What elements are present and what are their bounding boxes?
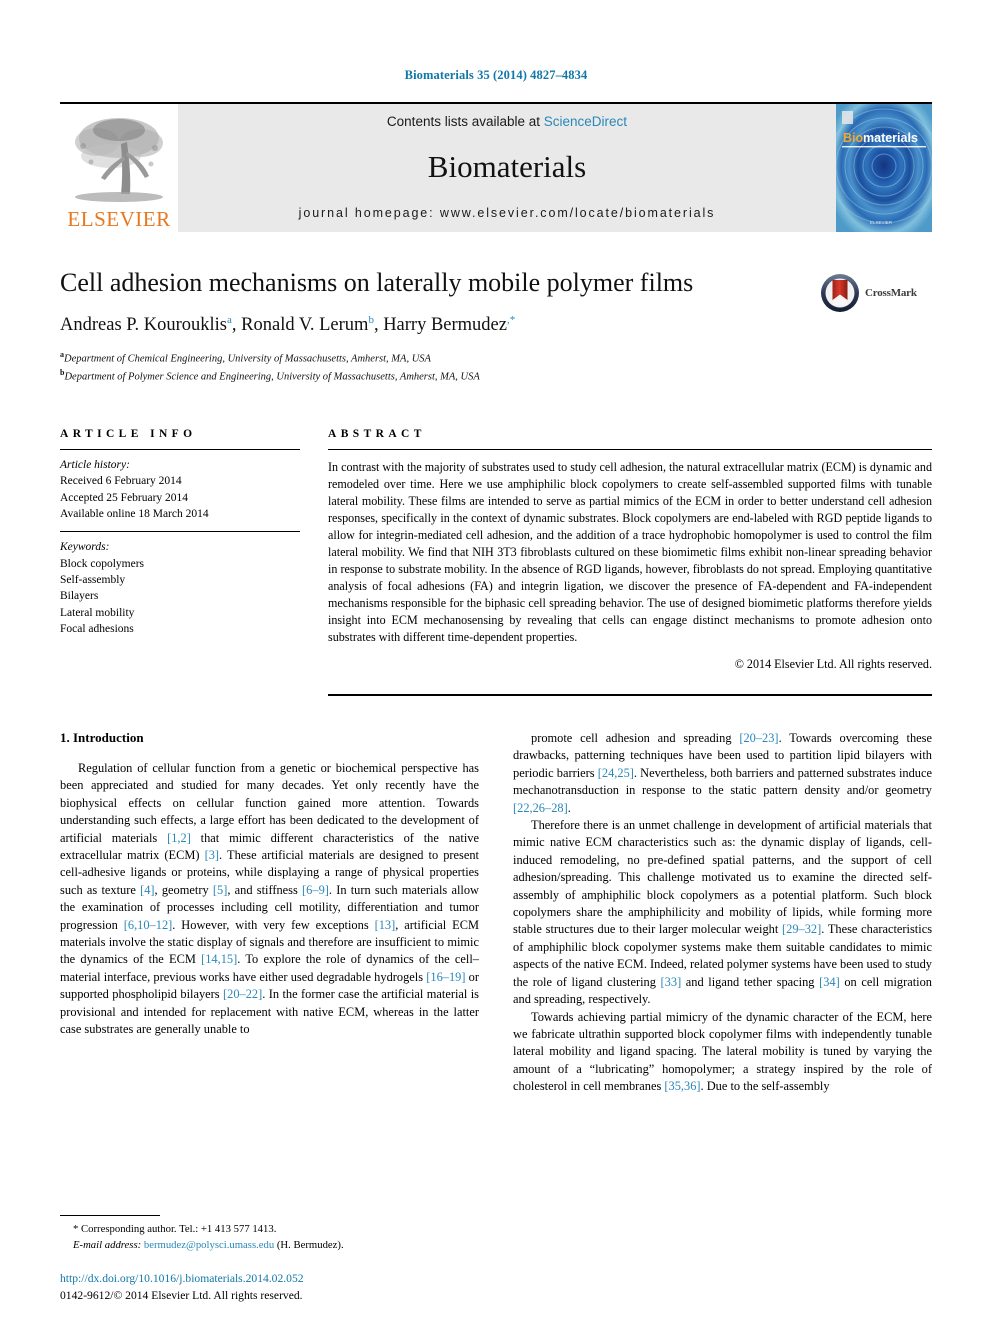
author-name-1: Andreas P. Kourouklis xyxy=(60,315,228,336)
author-sep-1: , xyxy=(231,315,242,336)
history-item-2: Available online 18 March 2014 xyxy=(60,507,209,520)
journal-homepage-line[interactable]: journal homepage: www.elsevier.com/locat… xyxy=(299,206,716,220)
citation-ref[interactable]: [33] xyxy=(661,975,682,989)
journal-cover-thumbnail: Bio materials ELSEVIER xyxy=(836,104,932,232)
svg-text:materials: materials xyxy=(863,131,918,145)
history-item-0: Received 6 February 2014 xyxy=(60,475,182,488)
keyword-2: Bilayers xyxy=(60,590,99,603)
citation-ref[interactable]: [24,25] xyxy=(598,766,634,780)
journal-cover-image: Bio materials ELSEVIER xyxy=(836,104,932,232)
info-abstract-region: ARTICLE INFO Article history: Received 6… xyxy=(60,428,932,696)
abstract-bottom-rule xyxy=(328,693,932,696)
keywords-label: Keywords: xyxy=(60,541,110,554)
doi-link[interactable]: http://dx.doi.org/10.1016/j.biomaterials… xyxy=(60,1271,480,1288)
keywords-block: Keywords: Block copolymers Self-assembly… xyxy=(60,532,300,637)
citation-ref[interactable]: [16–19] xyxy=(426,970,465,984)
email-suffix: (H. Bermudez). xyxy=(276,1239,344,1252)
paragraph-right-3: Towards achieving partial mimicry of the… xyxy=(513,1009,932,1094)
footnote-block: * Corresponding author. Tel.: +1 413 577… xyxy=(60,1215,480,1305)
author-affil-mark-3[interactable]: ,* xyxy=(507,314,515,326)
crossmark-label: CrossMark xyxy=(865,287,917,299)
contents-prefix: Contents lists available at xyxy=(386,114,541,129)
paragraph-right-1: promote cell adhesion and spreading [20–… xyxy=(513,730,932,815)
citation-ref[interactable]: [34] xyxy=(819,975,840,989)
journal-masthead: ELSEVIER Contents lists available at Sci… xyxy=(60,102,932,232)
masthead-center-panel: Contents lists available at ScienceDirec… xyxy=(178,104,836,232)
paragraph-left-1: Regulation of cellular function from a g… xyxy=(60,760,480,1037)
email-link[interactable]: bermudez@polysci.umass.edu xyxy=(144,1239,274,1251)
keyword-3: Lateral mobility xyxy=(60,606,135,619)
author-sep-2: , xyxy=(373,315,384,336)
body-columns: 1. Introduction Regulation of cellular f… xyxy=(60,730,932,1096)
corresponding-author-note: * Corresponding author. Tel.: +1 413 577… xyxy=(73,1223,277,1236)
citation-ref[interactable]: [4] xyxy=(140,883,154,897)
keyword-1: Self-assembly xyxy=(60,573,126,586)
body-column-left: 1. Introduction Regulation of cellular f… xyxy=(60,730,479,1096)
affiliation-text-b: Department of Polymer Science and Engine… xyxy=(64,371,480,383)
email-label: E-mail address: xyxy=(73,1239,142,1252)
crossmark-icon xyxy=(821,274,859,312)
body-column-right: promote cell adhesion and spreading [20–… xyxy=(513,730,932,1096)
footnote-rule xyxy=(60,1215,160,1217)
svg-text:Bio: Bio xyxy=(843,131,864,145)
contents-lists-line: Contents lists available at ScienceDirec… xyxy=(387,114,627,129)
email-note: E-mail address: bermudez@polysci.umass.e… xyxy=(60,1237,480,1253)
affiliation-a: aDepartment of Chemical Engineering, Uni… xyxy=(60,349,932,367)
journal-title: Biomaterials xyxy=(427,148,587,184)
issn-copyright-line: 0142-9612/© 2014 Elsevier Ltd. All right… xyxy=(60,1289,303,1303)
citation-ref[interactable]: [6,10–12] xyxy=(124,918,173,932)
affiliation-b: bDepartment of Polymer Science and Engin… xyxy=(60,367,932,385)
affiliation-list: aDepartment of Chemical Engineering, Uni… xyxy=(60,349,932,384)
article-history-label: Article history: xyxy=(60,459,130,471)
author-list: Andreas P. Kourouklisa, Ronald V. Lerumb… xyxy=(60,314,932,336)
author-name-3: Harry Bermudez xyxy=(383,315,507,336)
citation-ref[interactable]: [14,15] xyxy=(201,952,237,966)
title-block: CrossMark Cell adhesion mechanisms on la… xyxy=(60,268,932,388)
elsevier-tree-icon xyxy=(75,118,163,202)
svg-text:ELSEVIER: ELSEVIER xyxy=(870,220,893,225)
affiliation-text-a: Department of Chemical Engineering, Univ… xyxy=(64,353,431,365)
citation-ref[interactable]: [35,36] xyxy=(664,1079,700,1093)
abstract-text: In contrast with the majority of substra… xyxy=(328,460,932,644)
crossmark-badge[interactable]: CrossMark xyxy=(820,270,932,316)
keyword-0: Block copolymers xyxy=(60,557,144,570)
abstract-heading: ABSTRACT xyxy=(328,428,426,440)
citation-ref[interactable]: [5] xyxy=(213,883,227,897)
article-history-block: Article history: Received 6 February 201… xyxy=(60,450,300,531)
citation-ref[interactable]: [3] xyxy=(205,848,219,862)
section-heading-introduction: 1. Introduction xyxy=(60,729,144,745)
page-title: Cell adhesion mechanisms on laterally mo… xyxy=(60,268,694,297)
running-head: Biomaterials 35 (2014) 4827–4834 xyxy=(404,68,588,82)
citation-ref[interactable]: [22,26–28] xyxy=(513,801,568,815)
abstract-copyright: © 2014 Elsevier Ltd. All rights reserved… xyxy=(734,656,932,671)
article-info-column: ARTICLE INFO Article history: Received 6… xyxy=(60,428,300,696)
history-item-1: Accepted 25 February 2014 xyxy=(60,491,189,504)
abstract-column: ABSTRACT In contrast with the majority o… xyxy=(328,428,932,696)
paragraph-right-2: Therefore there is an unmet challenge in… xyxy=(513,817,933,1007)
citation-ref[interactable]: [20–23] xyxy=(739,731,778,745)
sciencedirect-link[interactable]: ScienceDirect xyxy=(544,114,627,129)
citation-ref[interactable]: [13] xyxy=(375,918,396,932)
elsevier-wordmark: ELSEVIER xyxy=(67,207,171,231)
citation-ref[interactable]: [6–9] xyxy=(302,883,329,897)
citation-ref[interactable]: [1,2] xyxy=(167,831,191,845)
article-info-heading: ARTICLE INFO xyxy=(60,428,197,440)
paper-page: Biomaterials 35 (2014) 4827–4834 ELSEVIE… xyxy=(0,0,992,1323)
keyword-4: Focal adhesions xyxy=(60,622,134,635)
citation-ref[interactable]: [20–22] xyxy=(223,987,262,1001)
author-name-2: Ronald V. Lerum xyxy=(241,315,369,336)
elsevier-logo: ELSEVIER xyxy=(60,104,178,232)
citation-ref[interactable]: [29–32] xyxy=(782,922,821,936)
